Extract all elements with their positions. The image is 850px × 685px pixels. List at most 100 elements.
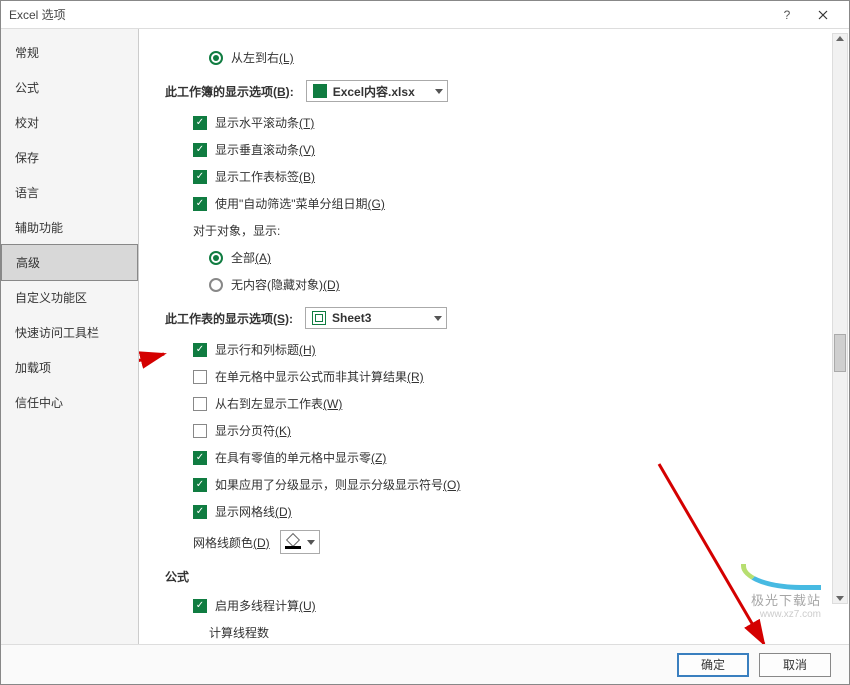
checkbox-icon <box>193 143 207 157</box>
sidebar-item-save[interactable]: 保存 <box>1 140 138 175</box>
dialog-body: 常规 公式 校对 保存 语言 辅助功能 高级 自定义功能区 快速访问工具栏 加载… <box>1 29 849 644</box>
vertical-scrollbar[interactable] <box>832 33 848 604</box>
checkbox-gridlines[interactable]: 显示网格线(D) <box>193 503 821 520</box>
sidebar-item-label: 校对 <box>15 116 39 130</box>
paint-bucket-icon <box>285 535 301 549</box>
checkbox-autofilter-group-dates[interactable]: 使用"自动筛选"菜单分组日期(G) <box>193 195 821 212</box>
checkbox-label: 在单元格中显示公式而非其计算结果(R) <box>215 368 424 385</box>
checkbox-label: 显示水平滚动条(T) <box>215 114 314 131</box>
checkbox-icon <box>193 343 207 357</box>
chevron-down-icon <box>435 89 443 94</box>
checkbox-outline-symbols[interactable]: 如果应用了分级显示，则显示分级显示符号(O) <box>193 476 821 493</box>
cancel-button[interactable]: 取消 <box>759 653 831 677</box>
threads-label: 计算线程数 <box>209 624 821 641</box>
ok-button[interactable]: 确定 <box>677 653 749 677</box>
workbook-dropdown[interactable]: Excel内容.xlsx <box>306 80 448 102</box>
formulas-heading: 公式 <box>165 568 821 585</box>
dropdown-value: Sheet3 <box>332 311 422 325</box>
checkbox-label: 在具有零值的单元格中显示零(Z) <box>215 449 386 466</box>
radio-objects-all[interactable]: 全部(A) <box>209 249 821 266</box>
objects-label: 对于对象，显示: <box>193 222 821 239</box>
radio-label: 全部(A) <box>231 249 271 266</box>
gridline-color-row: 网格线颜色(D) <box>193 530 821 554</box>
sidebar-item-label: 保存 <box>15 151 39 165</box>
checkbox-rtl-sheet[interactable]: 从右到左显示工作表(W) <box>193 395 821 412</box>
dialog-footer: 确定 取消 <box>1 644 849 684</box>
checkbox-multithread[interactable]: 启用多线程计算(U) <box>193 597 821 614</box>
checkbox-label: 从右到左显示工作表(W) <box>215 395 342 412</box>
checkbox-icon <box>193 599 207 613</box>
radio-label: 从左到右(L) <box>231 49 294 66</box>
sidebar-item-general[interactable]: 常规 <box>1 35 138 70</box>
checkbox-label: 使用"自动筛选"菜单分组日期(G) <box>215 195 385 212</box>
checkbox-label: 启用多线程计算(U) <box>215 597 316 614</box>
gridline-color-dropdown[interactable] <box>280 530 320 554</box>
sheet-icon <box>312 311 326 325</box>
sidebar-item-accessibility[interactable]: 辅助功能 <box>1 210 138 245</box>
radio-icon <box>209 51 223 65</box>
sidebar-item-label: 快速访问工具栏 <box>15 326 99 340</box>
sidebar-item-label: 公式 <box>15 81 39 95</box>
dropdown-value: Excel内容.xlsx <box>333 83 423 100</box>
sidebar-item-quick-access[interactable]: 快速访问工具栏 <box>1 315 138 350</box>
sidebar-item-label: 语言 <box>15 186 39 200</box>
sidebar-item-label: 加载项 <box>15 361 51 375</box>
checkbox-vscroll[interactable]: 显示垂直滚动条(V) <box>193 141 821 158</box>
dialog-title: Excel 选项 <box>9 6 769 23</box>
gridline-color-label: 网格线颜色(D) <box>193 534 270 551</box>
sidebar: 常规 公式 校对 保存 语言 辅助功能 高级 自定义功能区 快速访问工具栏 加载… <box>1 29 139 644</box>
checkbox-row-col-headings[interactable]: 显示行和列标题(H) <box>193 341 821 358</box>
scrollbar-thumb[interactable] <box>834 334 846 372</box>
scroll-down-icon <box>836 596 844 601</box>
radio-ltr[interactable]: 从左到右(L) <box>209 49 821 66</box>
radio-icon <box>209 278 223 292</box>
checkbox-icon <box>193 397 207 411</box>
close-button[interactable] <box>805 3 841 27</box>
checkbox-show-zeros[interactable]: 在具有零值的单元格中显示零(Z) <box>193 449 821 466</box>
checkbox-label: 显示网格线(D) <box>215 503 292 520</box>
sidebar-item-label: 辅助功能 <box>15 221 63 235</box>
checkbox-icon <box>193 451 207 465</box>
checkbox-label: 如果应用了分级显示，则显示分级显示符号(O) <box>215 476 460 493</box>
checkbox-icon <box>193 197 207 211</box>
sidebar-item-label: 常规 <box>15 46 39 60</box>
sidebar-item-customize-ribbon[interactable]: 自定义功能区 <box>1 280 138 315</box>
sidebar-item-addins[interactable]: 加载项 <box>1 350 138 385</box>
scroll-up-icon <box>836 36 844 41</box>
excel-options-dialog: Excel 选项 ? 常规 公式 校对 保存 语言 辅助功能 高级 自定义功能区… <box>0 0 850 685</box>
checkbox-label: 显示垂直滚动条(V) <box>215 141 315 158</box>
sidebar-item-label: 信任中心 <box>15 396 63 410</box>
sidebar-item-language[interactable]: 语言 <box>1 175 138 210</box>
sidebar-item-trust-center[interactable]: 信任中心 <box>1 385 138 420</box>
checkbox-show-formulas[interactable]: 在单元格中显示公式而非其计算结果(R) <box>193 368 821 385</box>
checkbox-label: 显示工作表标签(B) <box>215 168 315 185</box>
content-pane: 从左到右(L) 此工作簿的显示选项(B): Excel内容.xlsx 显示水平滚… <box>139 29 849 644</box>
button-label: 确定 <box>701 656 725 673</box>
help-button[interactable]: ? <box>769 3 805 27</box>
checkbox-sheet-tabs[interactable]: 显示工作表标签(B) <box>193 168 821 185</box>
chevron-down-icon <box>434 316 442 321</box>
worksheet-dropdown[interactable]: Sheet3 <box>305 307 447 329</box>
checkbox-label: 显示分页符(K) <box>215 422 291 439</box>
sidebar-item-proofing[interactable]: 校对 <box>1 105 138 140</box>
checkbox-icon <box>193 505 207 519</box>
checkbox-icon <box>193 116 207 130</box>
button-label: 取消 <box>783 656 807 673</box>
worksheet-display-heading: 此工作表的显示选项(S): Sheet3 <box>165 307 821 329</box>
checkbox-label: 显示行和列标题(H) <box>215 341 316 358</box>
checkbox-hscroll[interactable]: 显示水平滚动条(T) <box>193 114 821 131</box>
sidebar-item-advanced[interactable]: 高级 <box>1 244 138 281</box>
radio-label: 无内容(隐藏对象)(D) <box>231 276 340 293</box>
checkbox-icon <box>193 170 207 184</box>
titlebar: Excel 选项 ? <box>1 1 849 29</box>
sidebar-item-formulas[interactable]: 公式 <box>1 70 138 105</box>
checkbox-icon <box>193 478 207 492</box>
radio-icon <box>209 251 223 265</box>
checkbox-icon <box>193 370 207 384</box>
chevron-down-icon <box>307 540 315 545</box>
sidebar-item-label: 自定义功能区 <box>15 291 87 305</box>
close-icon <box>818 10 828 20</box>
sidebar-item-label: 高级 <box>16 256 40 270</box>
checkbox-page-breaks[interactable]: 显示分页符(K) <box>193 422 821 439</box>
radio-objects-none[interactable]: 无内容(隐藏对象)(D) <box>209 276 821 293</box>
